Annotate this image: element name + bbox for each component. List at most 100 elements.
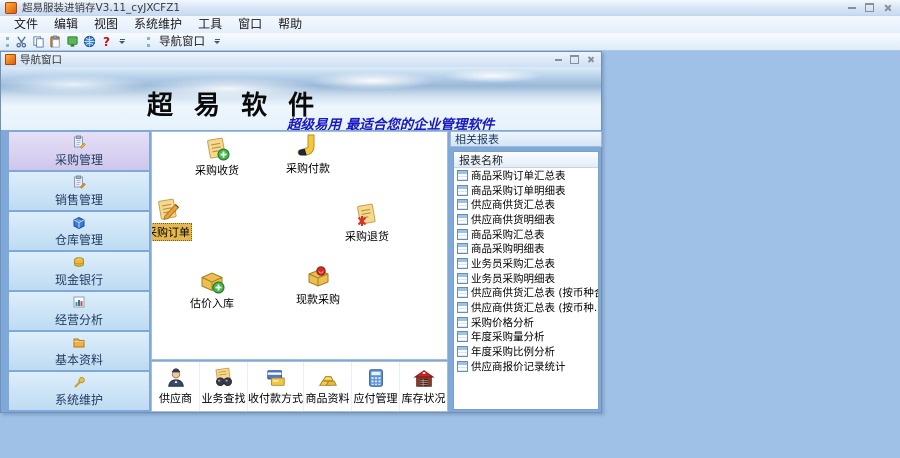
report-icon bbox=[457, 170, 468, 181]
report-icon bbox=[457, 361, 468, 372]
menu-help[interactable]: 帮助 bbox=[270, 16, 310, 33]
report-row[interactable]: 商品采购订单明细表 bbox=[454, 183, 598, 198]
help-button[interactable]: ? bbox=[98, 34, 115, 49]
sidebar: 采购管理 销售管理 bbox=[9, 132, 149, 410]
reports-column-header[interactable]: 报表名称 bbox=[454, 152, 598, 168]
toolbar-overflow-chevron[interactable] bbox=[117, 39, 127, 44]
shortcut-stock-status[interactable]: 库存状况 bbox=[400, 362, 447, 411]
main-icon-purchase-order[interactable]: 采购订单 bbox=[151, 196, 201, 241]
sales-module-icon bbox=[72, 175, 86, 189]
cut-button[interactable] bbox=[13, 34, 30, 49]
report-row[interactable]: 年度采购量分析 bbox=[454, 330, 598, 345]
report-row[interactable]: 供应商供货汇总表 bbox=[454, 197, 598, 212]
purchase-pay-icon bbox=[295, 133, 321, 159]
sidebar-label: 仓库管理 bbox=[55, 231, 103, 248]
main-icon-label: 现款采购 bbox=[296, 291, 340, 307]
paste-button[interactable] bbox=[47, 34, 64, 49]
menu-window[interactable]: 窗口 bbox=[230, 16, 270, 33]
menu-system-maintenance[interactable]: 系统维护 bbox=[126, 16, 190, 33]
main-icon-cash-purchase[interactable]: 现款采购 bbox=[285, 264, 351, 307]
main-icon-label: 采购收货 bbox=[195, 162, 239, 178]
sidebar-item-warehouse[interactable]: 仓库管理 bbox=[9, 212, 149, 250]
main-icon-purchase-return[interactable]: 采购退货 bbox=[334, 201, 400, 244]
toolbar-grip-2[interactable] bbox=[147, 37, 150, 47]
shortcut-supplier[interactable]: 供应商 bbox=[152, 362, 200, 411]
menu-tools[interactable]: 工具 bbox=[190, 16, 230, 33]
nav-overflow-chevron[interactable] bbox=[212, 39, 222, 44]
shortcut-payment-method[interactable]: 收付款方式 bbox=[248, 362, 304, 411]
nav-restore-icon[interactable] bbox=[570, 55, 579, 64]
navigation-window: 导航窗口 超 易 软 件 超级易用 最适合您的企业管理软件 bbox=[0, 51, 602, 413]
report-icon bbox=[457, 331, 468, 342]
report-label: 年度采购量分析 bbox=[471, 330, 545, 345]
sidebar-item-analysis[interactable]: 经营分析 bbox=[9, 292, 149, 330]
menu-file[interactable]: 文件 bbox=[6, 16, 46, 33]
report-row[interactable]: 供应商报价记录统计 bbox=[454, 359, 598, 374]
toolbar-grip[interactable] bbox=[6, 37, 9, 47]
main-icon-appraisal-instock[interactable]: 估价入库 bbox=[179, 268, 245, 311]
shortcut-payable[interactable]: 应付管理 bbox=[352, 362, 400, 411]
restore-icon[interactable] bbox=[865, 3, 874, 12]
payable-icon bbox=[365, 367, 387, 389]
supplier-icon bbox=[165, 367, 187, 389]
help-icon: ? bbox=[103, 36, 110, 48]
menu-edit[interactable]: 编辑 bbox=[46, 16, 86, 33]
report-row[interactable]: 业务员采购汇总表 bbox=[454, 256, 598, 271]
report-row[interactable]: 业务员采购明细表 bbox=[454, 271, 598, 286]
report-icon bbox=[457, 214, 468, 225]
nav-body: 采购管理 销售管理 bbox=[1, 130, 601, 412]
main-icon-purchase-receive[interactable]: 采购收货 bbox=[184, 135, 250, 178]
sidebar-item-purchase[interactable]: 采购管理 bbox=[9, 132, 149, 170]
sidebar-item-system-maintenance[interactable]: 系统维护 bbox=[9, 372, 149, 410]
web-icon bbox=[83, 35, 96, 48]
sidebar-item-basic-data[interactable]: 基本资料 bbox=[9, 332, 149, 370]
shortcut-label: 供应商 bbox=[159, 390, 192, 406]
report-row[interactable]: 商品采购明细表 bbox=[454, 241, 598, 256]
reports-list: 报表名称 商品采购订单汇总表 商品采购订单明细表 供应商供货汇总表 供应商供货明… bbox=[453, 151, 599, 410]
minimize-icon[interactable] bbox=[848, 7, 856, 9]
purchase-receive-icon bbox=[204, 135, 230, 161]
sidebar-label: 销售管理 bbox=[55, 191, 103, 208]
main-icon-purchase-pay[interactable]: 采购付款 bbox=[275, 133, 341, 176]
report-label: 供应商报价记录统计 bbox=[471, 359, 566, 374]
close-icon[interactable] bbox=[883, 4, 891, 12]
shortcut-biz-search[interactable]: 业务查找 bbox=[200, 362, 248, 411]
system-button[interactable] bbox=[64, 34, 81, 49]
report-row[interactable]: 供应商供货汇总表 (按币种合... bbox=[454, 286, 598, 301]
report-row[interactable]: 商品采购订单汇总表 bbox=[454, 168, 598, 183]
system-maintenance-module-icon bbox=[72, 375, 86, 389]
nav-close-icon[interactable] bbox=[587, 56, 594, 63]
analysis-module-icon bbox=[72, 295, 86, 309]
report-row[interactable]: 供应商供货汇总表 (按币种... bbox=[454, 300, 598, 315]
copy-button[interactable] bbox=[30, 34, 47, 49]
sidebar-item-sales[interactable]: 销售管理 bbox=[9, 172, 149, 210]
shortcut-label: 库存状况 bbox=[402, 390, 446, 406]
shortcut-label: 业务查找 bbox=[202, 390, 246, 406]
nav-window-icon bbox=[5, 54, 16, 65]
app-icon bbox=[5, 2, 17, 14]
basic-data-module-icon bbox=[72, 335, 86, 349]
nav-minimize-icon[interactable] bbox=[555, 59, 562, 61]
report-row[interactable]: 商品采购汇总表 bbox=[454, 227, 598, 242]
report-row[interactable]: 采购价格分析 bbox=[454, 315, 598, 330]
purchase-order-icon bbox=[155, 196, 181, 222]
copy-icon bbox=[32, 35, 45, 48]
goods-icon bbox=[317, 367, 339, 389]
payment-method-icon bbox=[265, 367, 287, 389]
purchase-return-icon bbox=[354, 201, 380, 227]
menu-view[interactable]: 视图 bbox=[86, 16, 126, 33]
sidebar-label: 现金银行 bbox=[55, 271, 103, 288]
report-row[interactable]: 供应商供货明细表 bbox=[454, 212, 598, 227]
sidebar-item-cash-bank[interactable]: 现金银行 bbox=[9, 252, 149, 290]
cash-bank-module-icon bbox=[72, 255, 86, 269]
nav-window-button[interactable]: 导航窗口 bbox=[154, 34, 210, 49]
nav-window-titlebar: 导航窗口 bbox=[1, 52, 601, 68]
shortcut-bar: 供应商 业务查找 bbox=[151, 361, 448, 412]
main-panel: 采购收货 采购付款 bbox=[151, 131, 448, 360]
shortcut-goods[interactable]: 商品资料 bbox=[304, 362, 352, 411]
report-row[interactable]: 年度采购比例分析 bbox=[454, 344, 598, 359]
report-label: 供应商供货明细表 bbox=[471, 212, 555, 227]
mdi-area: 导航窗口 超 易 软 件 超级易用 最适合您的企业管理软件 bbox=[0, 51, 900, 458]
web-button[interactable] bbox=[81, 34, 98, 49]
nav-window-title: 导航窗口 bbox=[20, 52, 555, 67]
